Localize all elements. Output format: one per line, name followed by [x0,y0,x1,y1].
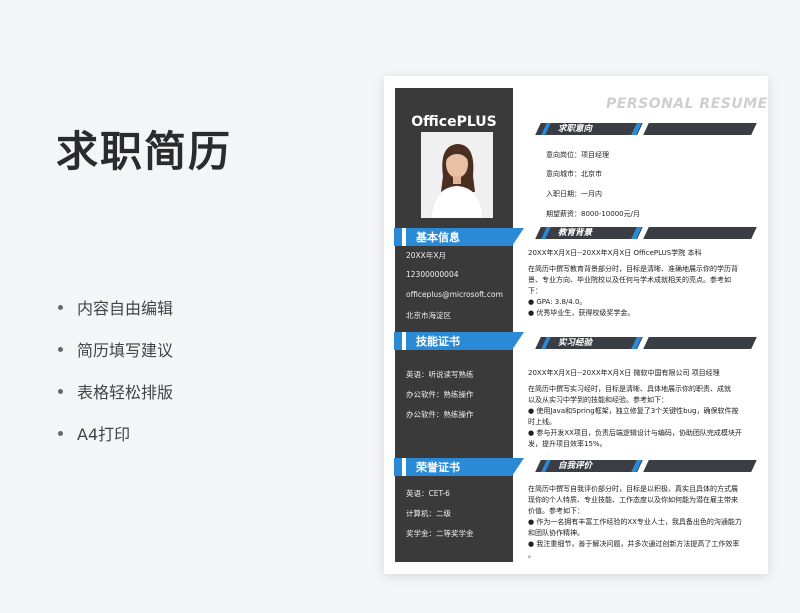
internship-line: 时上线。 [528,418,556,426]
resume-header: PERSONAL RESUME [606,96,768,112]
honor-item: 奖学金：二等奖学金 [406,529,474,538]
self-line: 在简历中撰写自我评价部分时，目标是以积极、真实且具体的方式展 [528,485,738,493]
section-title: 求职意向 [558,124,593,134]
internship-line: 以及从实习中学到的技能和经验。参考如下： [528,396,668,404]
bullet-icon [58,430,63,436]
section-title: 荣誉证书 [416,461,460,474]
section-bar-intent: 求职意向 [535,123,757,135]
feature-item: A4打印 [58,412,173,454]
feature-list: 内容自由编辑 简历填写建议 表格轻松排版 A4打印 [58,286,173,454]
phone-text: 12300000004 [406,270,459,279]
resume-preview: OfficePLUS 基本信息 20XX年X月 12300000004 offi… [384,76,768,574]
brand-name: OfficePLUS [411,114,497,130]
honor-item: 英语：CET-6 [406,489,450,498]
sidebar-section-basic: 基本信息 [394,228,524,246]
section-bar-self: 自我评价 [535,460,757,472]
education-line: 在简历中撰写教育背景部分时，目标是清晰、准确地展示你的学历背 [528,265,738,273]
feature-item: 内容自由编辑 [58,286,173,328]
intent-position: 意向岗位：项目经理 [546,151,609,159]
skill-item: 英语：听说读写熟练 [406,370,474,379]
self-line: ● 作为一名拥有丰富工作经验的XX专业人士，我具备出色的沟通能力 [528,518,742,526]
feature-label: 简历填写建议 [77,341,174,360]
education-line: ● 优秀毕业生，获得校级奖学金。 [528,309,635,317]
internship-line: 发，提升项目效率15%。 [528,440,607,448]
address-text: 北京市海淀区 [406,311,451,320]
education-line: 景、专业方向、毕业院校以及任何与学术成就相关的亮点。参考如 [528,276,731,284]
internship-header: 20XX年X月X日--20XX年X月X日 微软中国有限公司 项目经理 [528,369,720,377]
section-bar-internship: 实习经验 [535,337,757,349]
self-line: 。 [528,551,535,559]
section-title: 教育背景 [558,228,593,238]
intent-start-date: 入职日期：一月内 [546,190,602,198]
skill-item: 办公软件：熟练操作 [406,410,474,419]
section-title: 自我评价 [558,461,593,471]
self-line: ● 我注重细节，善于解决问题，并多次通过创新方法提高了工作效率 [528,540,740,548]
feature-item: 表格轻松排版 [58,370,173,412]
portrait-image [421,132,493,218]
education-line: 下： [528,287,542,295]
sidebar-section-skills: 技能证书 [394,332,524,350]
feature-label: 表格轻松排版 [77,383,174,402]
sidebar-section-honors: 荣誉证书 [394,458,524,476]
bullet-icon [58,346,63,352]
feature-label: 内容自由编辑 [77,299,174,318]
bullet-icon [58,304,63,310]
section-title: 实习经验 [558,338,593,348]
internship-line: ● 参与开发XX项目，负责后端逻辑设计与编码，协助团队完成模块开 [528,429,742,437]
section-title: 技能证书 [416,335,460,348]
feature-label: A4打印 [77,425,131,444]
feature-item: 简历填写建议 [58,328,173,370]
internship-line: ● 使用Java和Spring框架，独立修复了3个关键性bug，确保软件按 [528,407,739,415]
education-header: 20XX年X月X日--20XX年X月X日 OfficePLUS学院 本科 [528,249,702,257]
birthdate-text: 20XX年X月 [406,251,446,260]
section-bar-education: 教育背景 [535,227,757,239]
education-line: ● GPA: 3.8/4.0。 [528,298,587,306]
section-title: 基本信息 [416,231,460,244]
self-line: 和团队协作精神。 [528,529,584,537]
intent-salary: 期望薪资：8000-10000元/月 [546,210,640,218]
honor-item: 计算机：二级 [406,509,451,518]
bullet-icon [58,388,63,394]
internship-line: 在简历中撰写实习经时，目标是清晰、具体地展示你的职责、成就 [528,385,731,393]
profile-photo [421,132,493,218]
skill-item: 办公软件：熟练操作 [406,390,474,399]
email-text: officeplus@microsoft.com [406,290,503,299]
self-line: 现你的个人特质、专业技能、工作态度以及你如何能为潜在雇主带来 [528,496,738,504]
intent-city: 意向城市：北京市 [546,170,602,178]
self-line: 价值。参考如下： [528,507,584,515]
promo-title: 求职简历 [56,127,233,176]
